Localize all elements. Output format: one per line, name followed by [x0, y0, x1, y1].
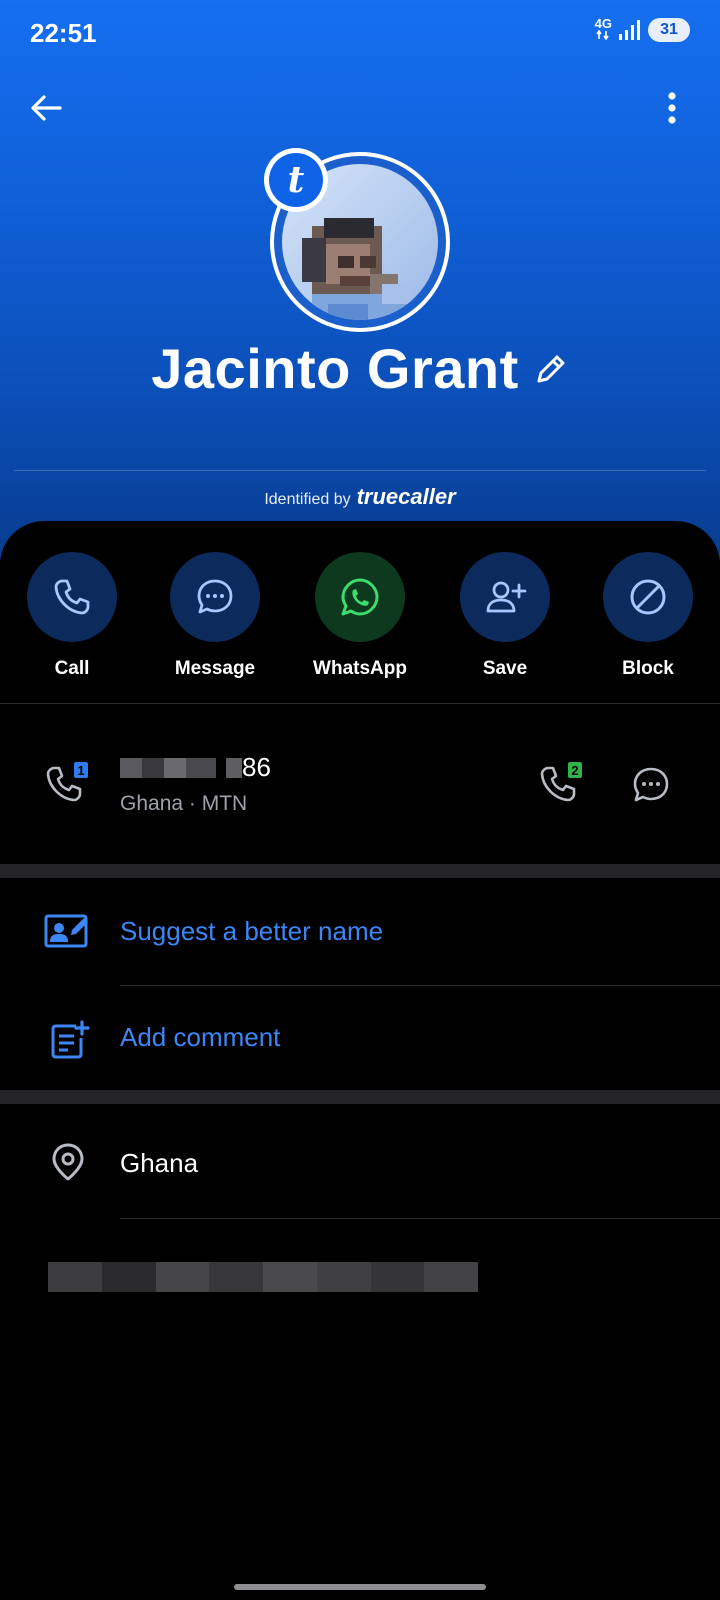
block-label: Block	[622, 658, 674, 679]
add-person-icon	[486, 581, 527, 613]
sim1-call-button[interactable]: 1	[46, 760, 92, 811]
redacted-info	[48, 1262, 478, 1292]
data-arrows-icon	[596, 29, 609, 41]
phone-sim1-icon: 1	[46, 762, 88, 802]
contact-name: Jacinto Grant	[151, 337, 519, 400]
whatsapp-label: WhatsApp	[313, 658, 407, 679]
chat-bubble-icon	[633, 767, 669, 802]
more-vert-icon	[668, 92, 676, 124]
whatsapp-icon	[341, 578, 379, 616]
add-comment-icon	[50, 1020, 90, 1065]
section-band	[0, 864, 720, 878]
arrow-left-icon	[31, 95, 62, 121]
header-divider	[14, 470, 706, 471]
status-bar: 22:51 4G 31	[0, 0, 720, 66]
network-type: 4G	[595, 17, 612, 42]
whatsapp-action[interactable]: WhatsApp	[300, 552, 420, 680]
status-time: 22:51	[30, 18, 97, 48]
profile-header: 22:51 4G 31 t Jacinto Grant Identified b…	[0, 0, 720, 560]
call-button[interactable]	[27, 552, 117, 642]
more-options-button[interactable]	[660, 88, 684, 128]
phone-sim2-icon: 2	[540, 762, 582, 802]
message-action[interactable]: Message	[155, 552, 275, 680]
call-label: Call	[54, 658, 90, 679]
menu-divider	[120, 985, 720, 986]
actions-divider	[0, 703, 720, 704]
phone-number-visible: 86	[242, 752, 271, 782]
signal-icon	[619, 20, 640, 40]
sim1-label: 1	[77, 763, 84, 778]
save-button[interactable]	[460, 552, 550, 642]
battery-indicator: 31	[648, 18, 690, 42]
section-band	[0, 1090, 720, 1104]
block-icon	[630, 579, 666, 615]
details-sheet	[0, 521, 720, 1600]
whatsapp-button[interactable]	[315, 552, 405, 642]
truecaller-logo: truecaller	[356, 484, 456, 509]
identified-by: Identified by truecaller	[264, 484, 456, 509]
location-text: Ghana	[120, 1148, 199, 1178]
message-label: Message	[174, 658, 256, 679]
home-indicator[interactable]	[234, 1584, 486, 1590]
status-icons: 4G 31	[595, 17, 690, 42]
suggest-name-link[interactable]: Suggest a better name	[120, 916, 383, 947]
call-action[interactable]: Call	[12, 552, 132, 680]
name-row: Jacinto Grant	[0, 336, 720, 401]
pencil-icon[interactable]	[533, 351, 569, 387]
phone-icon	[54, 579, 90, 615]
save-label: Save	[482, 658, 528, 679]
sms-button[interactable]	[630, 765, 672, 812]
save-action[interactable]: Save	[445, 552, 565, 680]
phone-carrier: Ghana · MTN	[120, 792, 248, 815]
avatar[interactable]: t	[264, 148, 450, 332]
chat-bubble-icon	[197, 579, 233, 614]
truecaller-badge: t	[264, 148, 328, 212]
add-comment-link[interactable]: Add comment	[120, 1022, 280, 1053]
sim2-call-button[interactable]: 2	[540, 760, 586, 811]
quick-actions: Call Message WhatsApp Save Block	[0, 552, 720, 682]
location-pin-icon	[50, 1142, 86, 1187]
truecaller-t-icon: t	[269, 153, 323, 207]
block-action[interactable]: Block	[588, 552, 708, 680]
block-button[interactable]	[603, 552, 693, 642]
suggest-name-icon	[44, 910, 90, 955]
back-button[interactable]	[26, 88, 66, 128]
sim2-label: 2	[571, 763, 578, 778]
location-divider	[120, 1218, 720, 1219]
message-button[interactable]	[170, 552, 260, 642]
phone-number[interactable]: 86	[120, 752, 271, 783]
